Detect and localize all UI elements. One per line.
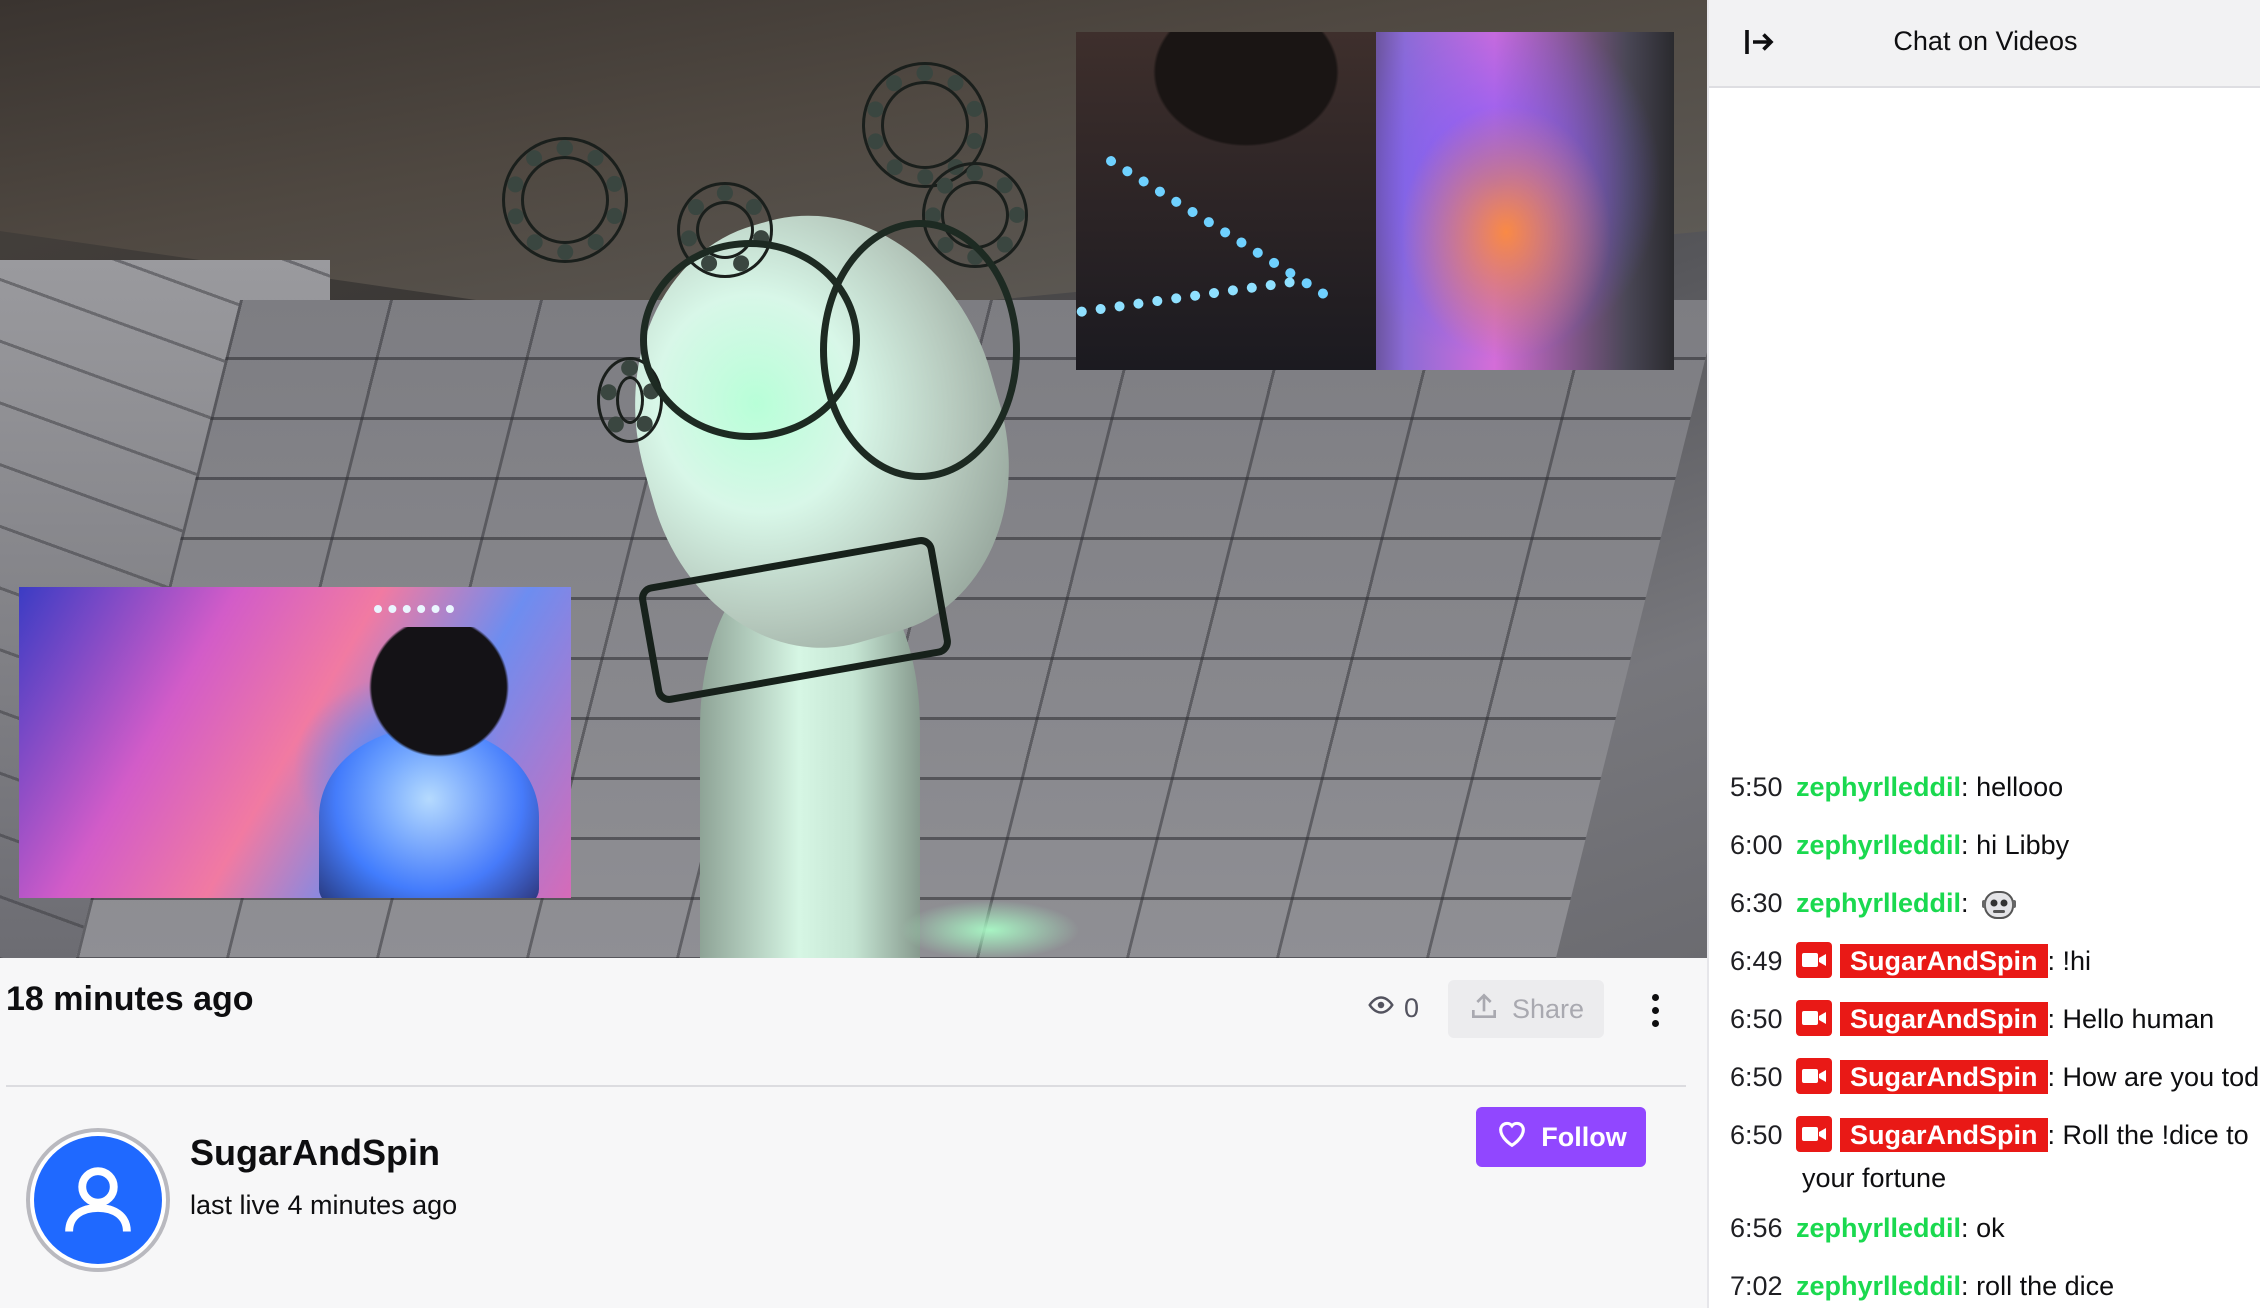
follow-label: Follow (1541, 1121, 1627, 1152)
video-player[interactable] (0, 0, 1707, 958)
wire-loop (820, 220, 1020, 480)
message-username[interactable]: SugarAndSpin (1840, 1118, 2048, 1152)
message-username[interactable]: zephyrlleddil (1796, 1213, 1961, 1243)
message-username[interactable]: zephyrlleddil (1796, 830, 1961, 860)
message-text: !hi (2062, 946, 2092, 976)
message-time: 6:50 (1730, 1062, 1783, 1092)
video-overlay-top (1076, 32, 1674, 370)
light-glow (900, 900, 1080, 958)
message-username[interactable]: SugarAndSpin (1840, 1060, 2048, 1094)
share-label: Share (1511, 993, 1585, 1024)
chat-message: 6:50 SugarAndSpin: Hello human (1730, 997, 2260, 1041)
divider (6, 1085, 1686, 1087)
message-time: 6:50 (1730, 1004, 1783, 1034)
view-count-value: 0 (1404, 993, 1420, 1023)
message-username[interactable]: zephyrlleddil (1796, 772, 1961, 802)
chat-panel: Chat on Videos 5:50 zephyrlleddil: helloo… (1707, 0, 2260, 1308)
led-ring (505, 140, 625, 260)
message-text: hellooo (1976, 772, 2064, 802)
more-options-button[interactable] (1640, 985, 1670, 1035)
chat-title: Chat on Videos (1893, 26, 2078, 56)
chat-message: 6:00 zephyrlleddil: hi Libby (1730, 823, 2260, 867)
kebab-dot (1651, 993, 1659, 1001)
message-username[interactable]: SugarAndSpin (1840, 944, 2048, 978)
follow-button[interactable]: Follow (1476, 1107, 1646, 1167)
message-text: ok (1976, 1213, 2005, 1243)
chat-message: 6:56 zephyrlleddil: ok (1730, 1206, 2260, 1250)
message-time: 5:50 (1730, 772, 1783, 802)
kebab-dot (1651, 1006, 1659, 1014)
message-text: hi Libby (1976, 830, 2070, 860)
message-time: 6:00 (1730, 830, 1783, 860)
message-time: 6:30 (1730, 888, 1783, 918)
video-camera-icon (1796, 942, 1832, 978)
message-username[interactable]: zephyrlleddil (1796, 1271, 1961, 1301)
video-camera-icon (1796, 1116, 1832, 1152)
chat-message: 5:50 zephyrlleddil: hellooo (1730, 765, 2260, 809)
kebab-dot (1651, 1019, 1659, 1027)
video-time-ago: 18 minutes ago (6, 980, 254, 1018)
message-time: 6:49 (1730, 946, 1783, 976)
share-button[interactable]: Share (1448, 980, 1604, 1038)
chat-header: Chat on Videos (1709, 0, 2260, 88)
overlay-lights (374, 605, 454, 629)
chat-message: 6:49 SugarAndSpin: !hi (1730, 939, 2260, 983)
message-text: roll the dice (1976, 1271, 2115, 1301)
message-time: 7:02 (1730, 1271, 1783, 1301)
chat-message: 6:50 SugarAndSpin: Roll the !dice to (1730, 1113, 2260, 1157)
message-time: 6:56 (1730, 1213, 1783, 1243)
message-text: How are you tod (2062, 1062, 2260, 1092)
chat-message: 7:02 zephyrlleddil: roll the dice (1730, 1264, 2260, 1308)
channel-avatar[interactable] (26, 1128, 170, 1272)
upload-icon (1468, 990, 1500, 1029)
video-camera-icon (1796, 1058, 1832, 1094)
message-username[interactable]: zephyrlleddil (1796, 888, 1961, 918)
user-avatar-icon (34, 1136, 162, 1264)
channel-status: last live 4 minutes ago (190, 1190, 458, 1220)
chat-message: 6:50 SugarAndSpin: How are you tod (1730, 1055, 2260, 1099)
video-overlay-bottom (19, 587, 571, 898)
message-text: Hello human (2062, 1004, 2215, 1034)
app-root: 18 minutes ago 0 Share SugarAndSpin last… (0, 0, 2260, 1308)
heart-icon (1495, 1117, 1529, 1158)
message-text-continuation: your fortune (1802, 1163, 1947, 1193)
message-username[interactable]: SugarAndSpin (1840, 1002, 2048, 1036)
chat-message: 6:30 zephyrlleddil: (1730, 881, 2260, 925)
eye-icon (1366, 990, 1396, 1027)
channel-name[interactable]: SugarAndSpin (190, 1132, 440, 1174)
robot-face-emote-icon[interactable] (1979, 884, 2019, 924)
view-count: 0 (1366, 990, 1419, 1027)
video-camera-icon (1796, 1000, 1832, 1036)
overlay-person (359, 627, 519, 898)
message-text: Roll the !dice to (2062, 1120, 2249, 1150)
overlay-person (1076, 32, 1376, 370)
message-time: 6:50 (1730, 1120, 1783, 1150)
